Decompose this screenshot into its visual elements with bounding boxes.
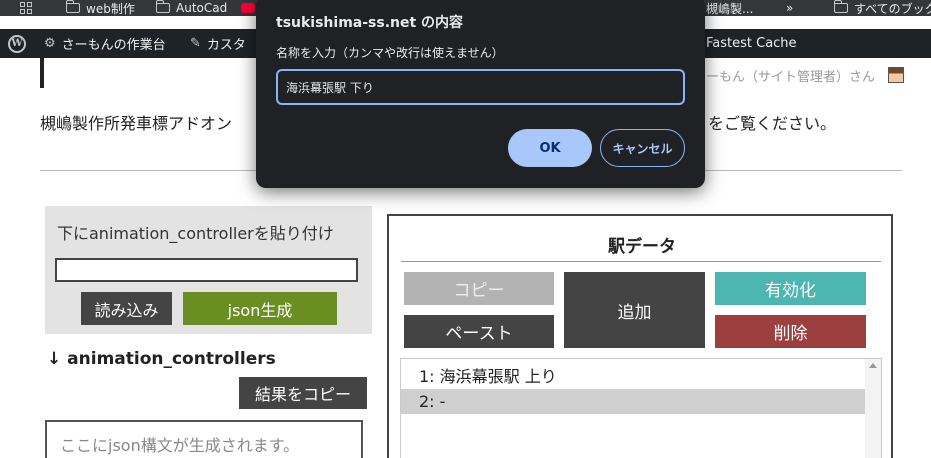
dialog-title: tsukishima-ss.net の内容 xyxy=(276,15,464,31)
folder-icon xyxy=(155,0,170,13)
brush-icon: ✎ xyxy=(190,36,201,51)
list-item[interactable]: 1: 海浜幕張駅 上り xyxy=(401,362,866,387)
prompt-dialog: tsukishima-ss.net の内容 名称を入力（カンマや改行は使えません… xyxy=(256,0,705,188)
json-generate-button[interactable]: json生成 xyxy=(183,292,337,325)
bookmarks-overflow-button[interactable]: » xyxy=(786,0,793,16)
copy-result-button[interactable]: 結果をコピー xyxy=(239,377,367,409)
ok-button[interactable]: OK xyxy=(508,129,592,167)
paste-panel-title: 下にanimation_controllerを貼り付け xyxy=(57,224,334,243)
load-button[interactable]: 読み込み xyxy=(81,292,172,325)
list-item-selected[interactable]: 2: - xyxy=(401,389,866,414)
bookmark-all[interactable]: すべてのブックマーク xyxy=(833,0,931,16)
youtube-icon xyxy=(241,3,255,13)
folder-icon xyxy=(833,0,848,13)
bookmark-web-seisaku[interactable]: web制作 xyxy=(65,0,135,16)
clear-cache-link[interactable]: Fastest Cache xyxy=(706,29,797,58)
station-data-panel: 駅データ コピー ペースト 追加 有効化 削除 1: 海浜幕張駅 上り 2: - xyxy=(387,214,893,458)
paste-button[interactable]: ペースト xyxy=(404,315,554,348)
avatar[interactable] xyxy=(888,67,904,83)
bookmark-youtube[interactable] xyxy=(241,0,255,16)
paste-panel: 下にanimation_controllerを貼り付け 読み込み json生成 xyxy=(45,206,372,334)
animation-controller-input[interactable] xyxy=(55,258,358,282)
enable-button[interactable]: 有効化 xyxy=(715,272,866,305)
delete-button[interactable]: 削除 xyxy=(715,315,866,348)
folder-icon xyxy=(65,0,80,13)
list-scrollbar[interactable] xyxy=(865,359,881,458)
station-panel-title: 駅データ xyxy=(608,237,676,257)
scroll-up-icon[interactable] xyxy=(869,363,877,368)
copy-button[interactable]: コピー xyxy=(404,272,554,305)
dialog-message: 名称を入力（カンマや改行は使えません） xyxy=(276,46,504,60)
site-name-link[interactable]: ⚙ さーもんの作業台 xyxy=(44,29,166,58)
customize-link[interactable]: ✎ カスタ xyxy=(190,29,246,58)
bookmark-tsukishima[interactable]: 槻嶋製... xyxy=(706,0,753,16)
json-output-placeholder: ここにjson構文が生成されます。 xyxy=(60,436,300,455)
station-list[interactable]: 1: 海浜幕張駅 上り 2: - xyxy=(400,358,882,458)
bookmark-autocad[interactable]: AutoCad xyxy=(155,0,227,16)
apps-icon[interactable] xyxy=(20,0,32,16)
cancel-button[interactable]: キャンセル xyxy=(600,129,685,167)
station-divider xyxy=(401,261,881,262)
dashboard-icon: ⚙ xyxy=(44,36,56,51)
page-title-fragment xyxy=(40,58,44,88)
add-button[interactable]: 追加 xyxy=(564,272,705,348)
dialog-name-input[interactable] xyxy=(276,69,685,105)
wp-logo-icon[interactable]: W xyxy=(8,29,26,58)
howdy-text[interactable]: ーもん（サイト管理者）さん xyxy=(706,66,875,85)
json-output-area[interactable]: ここにjson構文が生成されます。 xyxy=(45,420,363,458)
animation-controllers-heading: ↓ animation_controllers xyxy=(47,349,276,369)
